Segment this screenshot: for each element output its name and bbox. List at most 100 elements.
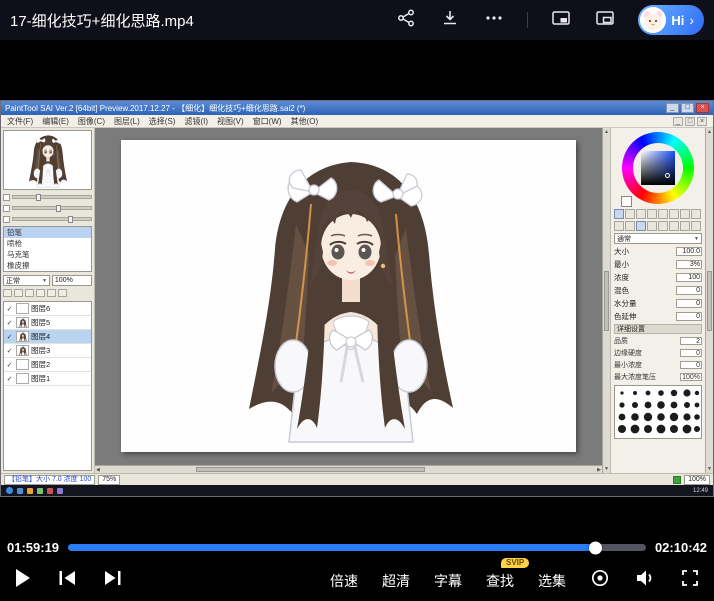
previous-episode-button[interactable] — [57, 569, 77, 592]
tool-button — [647, 221, 657, 231]
next-icon — [103, 569, 123, 592]
statusbar-right: 100% — [673, 475, 710, 485]
layer-tool-button — [25, 289, 34, 297]
user-avatar-pill[interactable]: Hi › — [638, 5, 704, 35]
tool-item: 橡皮擦 — [4, 260, 91, 271]
param-label: 水分量 — [614, 298, 637, 309]
layer-thumbnail — [16, 345, 29, 356]
pip-button[interactable] — [550, 9, 572, 31]
detail-setting-row: 最小浓度 0 — [614, 360, 702, 370]
tool-item: 铅笔 — [4, 227, 91, 238]
tool-icon-row — [614, 209, 702, 219]
brush-param-row: 水分量0 — [614, 298, 702, 309]
menu-select: 选择(S) — [149, 116, 176, 127]
param-value: 100.0 — [676, 247, 702, 256]
detail-settings-header: 详细设置 — [614, 324, 702, 334]
param-value: 3% — [676, 260, 702, 269]
avatar — [640, 7, 666, 33]
visibility-check-icon: ✓ — [5, 319, 14, 327]
scroll-left-icon: ◀ — [96, 467, 100, 473]
dropdown-arrow-icon: ▼ — [42, 278, 47, 284]
zoom-level: 75% — [98, 475, 120, 485]
detail-setting-row: 边缘硬度0 — [614, 348, 702, 358]
slider-track — [12, 195, 92, 199]
layer-toolbar — [3, 289, 92, 298]
current-time: 01:59:19 — [7, 540, 59, 555]
layer-thumbnail — [16, 331, 29, 342]
miniplayer-button[interactable] — [594, 9, 616, 31]
navigator-thumbnail — [3, 130, 92, 190]
color-swatch — [3, 194, 10, 201]
detail-value: 0 — [680, 361, 702, 369]
color-slider-row — [3, 204, 92, 212]
windows-taskbar: 12:49 — [1, 485, 713, 496]
visibility-check-icon: ✓ — [5, 347, 14, 355]
download-button[interactable] — [439, 9, 461, 31]
more-button[interactable] — [483, 9, 505, 31]
video-area[interactable]: PaintTool SAI Ver.2 [64bit] Preview.2017… — [0, 40, 714, 535]
seek-handle[interactable] — [589, 541, 602, 554]
tool-button — [691, 221, 701, 231]
volume-button[interactable] — [634, 568, 656, 593]
illustration-anime-girl — [201, 144, 501, 444]
taskbar-app-icon — [27, 488, 33, 494]
chevron-right-icon: › — [689, 13, 694, 27]
slider-track — [12, 206, 92, 210]
scroll-down-icon: ▼ — [707, 466, 712, 472]
doc-close-icon: × — [697, 117, 707, 126]
visibility-check-icon: ✓ — [5, 361, 14, 369]
picture-in-picture-icon — [551, 8, 571, 33]
episodes-button[interactable]: 选集 — [538, 571, 566, 591]
tool-icon-row — [614, 221, 702, 231]
progress-row: 01:59:19 02:10:42 — [0, 535, 714, 560]
color-slider-row — [3, 193, 92, 201]
brush-mode-row: 通常▼ — [614, 233, 702, 244]
tool-button — [636, 221, 646, 231]
brush-param-row: 浓度100 — [614, 272, 702, 283]
progress-fill — [68, 544, 596, 551]
scroll-thumb — [196, 467, 424, 472]
quality-button[interactable]: 超清 — [382, 571, 410, 591]
taskbar-clock: 12:49 — [693, 488, 708, 494]
tool-button — [669, 209, 679, 219]
slider-track — [12, 217, 92, 221]
vertical-scrollbar: ▲ ▼ — [602, 128, 610, 473]
find-button[interactable]: SVIP 查找 — [486, 571, 514, 591]
play-button[interactable] — [14, 568, 31, 593]
sai-menubar: 文件(F) 编辑(E) 图像(C) 图层(L) 选择(S) 滤镜(I) 视图(V… — [1, 115, 713, 128]
seek-bar[interactable] — [68, 544, 646, 551]
sai-window: PaintTool SAI Ver.2 [64bit] Preview.2017… — [0, 100, 714, 497]
detail-label: 最小浓度 — [614, 360, 642, 370]
taskbar-app-icon — [17, 488, 23, 494]
playback-speed-button[interactable]: 倍速 — [330, 571, 358, 591]
scroll-up-icon: ▲ — [604, 129, 609, 135]
tool-button — [680, 209, 690, 219]
subtitle-button[interactable]: 字幕 — [434, 571, 462, 591]
menu-view: 视图(V) — [217, 116, 244, 127]
next-episode-button[interactable] — [103, 569, 123, 592]
record-button[interactable] — [590, 568, 610, 593]
fullscreen-button[interactable] — [680, 568, 700, 593]
taskbar-app-icon — [47, 488, 53, 494]
status-indicator-icon — [673, 476, 681, 484]
menu-window: 窗口(W) — [253, 116, 282, 127]
slider-handle — [68, 216, 73, 223]
sai-statusbar: 【铅笔】大小 7.0 浓度 100 75% 100% — [1, 473, 713, 485]
dropdown-arrow-icon: ▼ — [694, 236, 699, 242]
brush-param-row: 大小 100.0 — [614, 246, 702, 257]
param-value: 0 — [676, 312, 702, 321]
tool-button — [647, 209, 657, 219]
taskbar-app-icon — [37, 488, 43, 494]
tool-item: 喷枪 — [4, 238, 91, 249]
horizontal-scrollbar: ◀ ▶ — [95, 465, 602, 473]
param-label: 混色 — [614, 285, 629, 296]
layer-row: ✓图层1 — [4, 372, 91, 386]
visibility-check-icon: ✓ — [5, 375, 14, 383]
sai-body: 铅笔 喷枪 马克笔 橡皮擦 正常▼ 100% — [1, 128, 713, 473]
layer-row: ✓图层6 — [4, 302, 91, 316]
share-button[interactable] — [395, 9, 417, 31]
param-label: 大小 — [614, 246, 629, 257]
layer-row-selected: ✓图层4 — [4, 330, 91, 344]
color-wheel — [621, 131, 695, 207]
brush-param-row: 最小3% — [614, 259, 702, 270]
